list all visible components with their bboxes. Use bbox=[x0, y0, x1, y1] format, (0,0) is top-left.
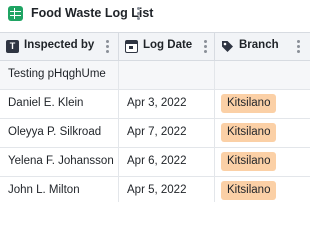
branch-badge: Kitsilano bbox=[221, 94, 277, 113]
branch-badge: Kitsilano bbox=[221, 123, 277, 142]
tag-icon bbox=[222, 41, 233, 52]
calendar-icon bbox=[125, 40, 138, 53]
cell-inspected-by[interactable]: John L. Milton bbox=[0, 177, 119, 202]
text-field-icon: T bbox=[6, 40, 19, 53]
cell-text: Apr 3, 2022 bbox=[127, 97, 187, 109]
cell-branch[interactable]: Kitsilano bbox=[215, 177, 310, 202]
column-label: Log Date bbox=[143, 39, 193, 51]
cell-branch[interactable]: Kitsilano bbox=[215, 119, 310, 147]
cell-inspected-by[interactable]: Testing pHqghUme bbox=[0, 61, 119, 89]
branch-badge: Kitsilano bbox=[221, 152, 277, 171]
table-row[interactable]: Yelena F. Johansson Apr 6, 2022 Kitsilan… bbox=[0, 148, 310, 177]
column-options-icon[interactable] bbox=[202, 38, 208, 55]
cell-branch[interactable]: Kitsilano bbox=[215, 90, 310, 118]
cell-inspected-by[interactable]: Daniel E. Klein bbox=[0, 90, 119, 118]
data-table: T Inspected by Log Date Branch Testing p… bbox=[0, 32, 310, 202]
cell-text: Apr 6, 2022 bbox=[127, 155, 187, 167]
cell-log-date[interactable]: Apr 7, 2022 bbox=[119, 119, 215, 147]
table-row[interactable]: Daniel E. Klein Apr 3, 2022 Kitsilano bbox=[0, 90, 310, 119]
column-header-inspected-by[interactable]: T Inspected by bbox=[0, 33, 119, 60]
cell-text: Oleyya P. Silkroad bbox=[8, 126, 102, 138]
column-label: Inspected by bbox=[24, 39, 95, 51]
cell-text: Daniel E. Klein bbox=[8, 97, 84, 109]
table-row[interactable]: John L. Milton Apr 5, 2022 Kitsilano bbox=[0, 177, 310, 202]
cell-text: Testing pHqghUme bbox=[8, 68, 106, 80]
cell-log-date[interactable]: Apr 3, 2022 bbox=[119, 90, 215, 118]
cell-inspected-by[interactable]: Yelena F. Johansson bbox=[0, 148, 119, 176]
cell-log-date[interactable]: Apr 6, 2022 bbox=[119, 148, 215, 176]
table-row[interactable]: Testing pHqghUme bbox=[0, 61, 310, 90]
column-options-icon[interactable] bbox=[104, 38, 110, 55]
cell-log-date[interactable] bbox=[119, 61, 215, 89]
cell-text: Apr 5, 2022 bbox=[127, 184, 187, 196]
spreadsheet-icon bbox=[8, 6, 23, 21]
cell-inspected-by[interactable]: Oleyya P. Silkroad bbox=[0, 119, 119, 147]
title-bar: Food Waste Log List bbox=[0, 0, 310, 30]
column-header-branch[interactable]: Branch bbox=[215, 33, 310, 60]
cell-text: John L. Milton bbox=[8, 184, 80, 196]
cell-branch[interactable] bbox=[215, 61, 310, 89]
cell-text: Yelena F. Johansson bbox=[8, 155, 114, 167]
column-label: Branch bbox=[239, 39, 279, 51]
column-header-log-date[interactable]: Log Date bbox=[119, 33, 215, 60]
cell-text: Apr 7, 2022 bbox=[127, 126, 187, 138]
column-options-icon[interactable] bbox=[295, 38, 301, 55]
table-row[interactable]: Oleyya P. Silkroad Apr 7, 2022 Kitsilano bbox=[0, 119, 310, 148]
cell-branch[interactable]: Kitsilano bbox=[215, 148, 310, 176]
title-more-options-icon[interactable] bbox=[134, 4, 142, 22]
table-header-row: T Inspected by Log Date Branch bbox=[0, 32, 310, 61]
branch-badge: Kitsilano bbox=[221, 181, 277, 200]
cell-log-date[interactable]: Apr 5, 2022 bbox=[119, 177, 215, 202]
